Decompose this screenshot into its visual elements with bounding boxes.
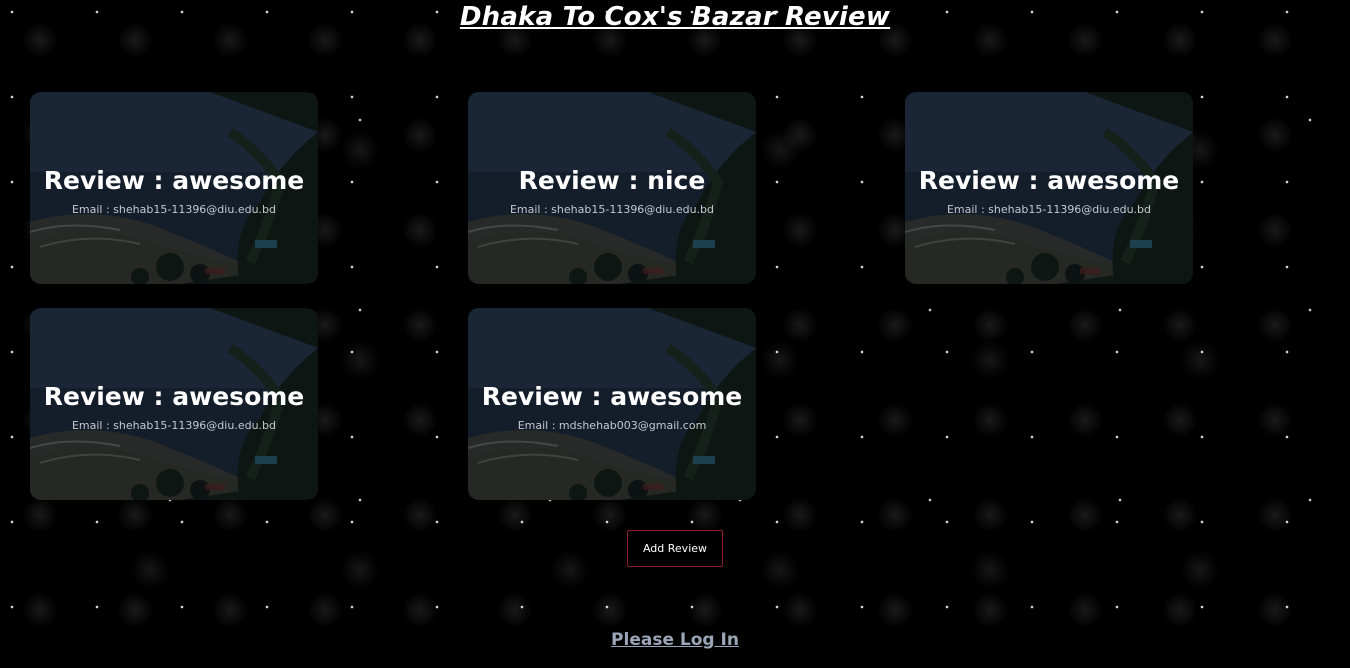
review-title: Review : awesome [918,166,1180,195]
review-card: Review : awesome Email : mdshehab003@gma… [468,308,756,500]
review-card: Review : nice Email : shehab15-11396@diu… [468,92,756,284]
review-title: Review : awesome [43,166,305,195]
review-email: Email : mdshehab003@gmail.com [517,419,707,432]
review-email: Email : shehab15-11396@diu.edu.bd [71,203,277,216]
review-title: Review : awesome [43,382,305,411]
review-title: Review : nice [518,166,706,195]
review-email: Email : shehab15-11396@diu.edu.bd [509,203,715,216]
review-email: Email : shehab15-11396@diu.edu.bd [71,419,277,432]
page-title: Dhaka To Cox's Bazar Review [459,2,891,32]
review-title: Review : awesome [481,382,743,411]
review-card: Review : awesome Email : shehab15-11396@… [30,92,318,284]
review-card: Review : awesome Email : shehab15-11396@… [905,92,1193,284]
add-review-button[interactable]: Add Review [627,530,723,567]
login-link[interactable]: Please Log In [0,630,1350,650]
review-email: Email : shehab15-11396@diu.edu.bd [946,203,1152,216]
review-card: Review : awesome Email : shehab15-11396@… [30,308,318,500]
